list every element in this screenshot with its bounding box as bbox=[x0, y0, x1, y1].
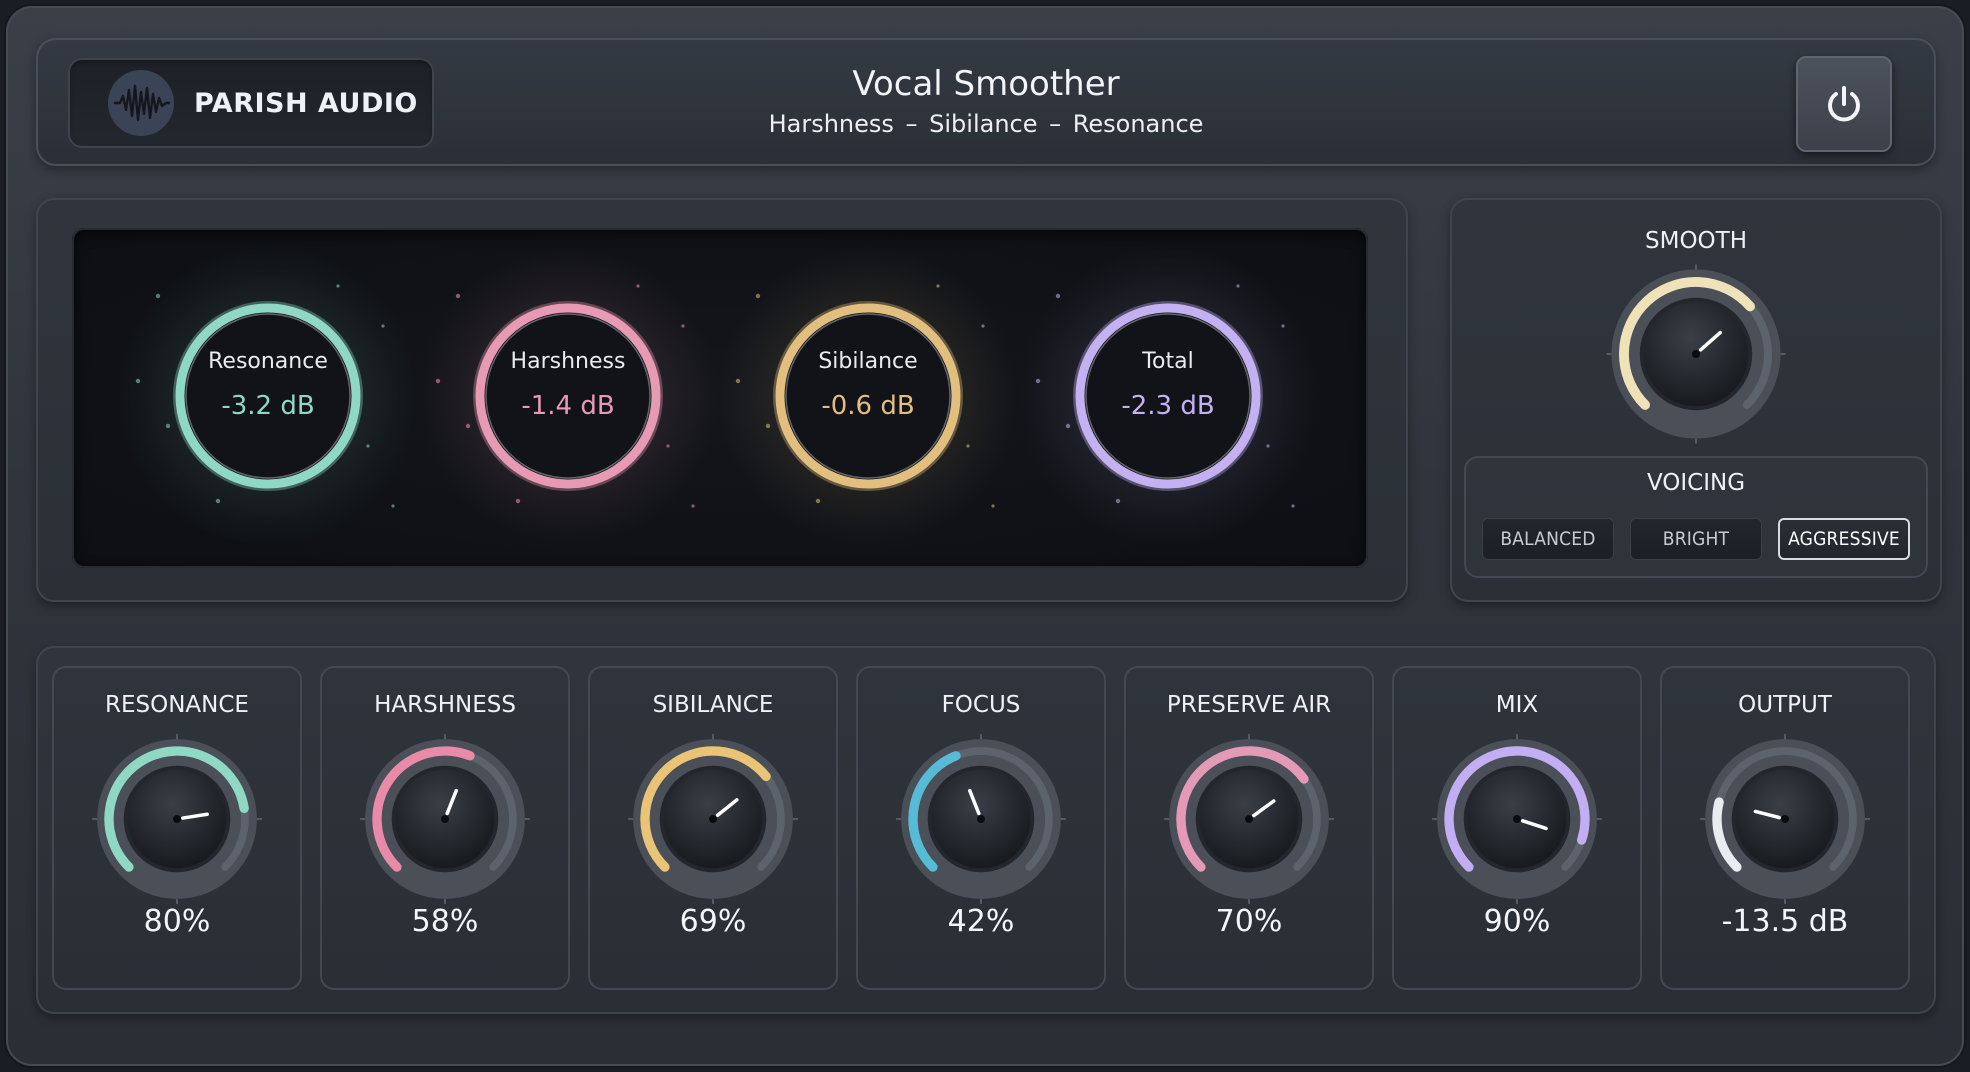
meter-sibilance-particle bbox=[815, 498, 821, 504]
meter-harshness-particle bbox=[465, 423, 471, 429]
output-value: -13.5 dB bbox=[1721, 904, 1849, 939]
power-button[interactable] bbox=[1796, 56, 1892, 152]
output-knob[interactable] bbox=[1700, 734, 1870, 904]
smooth-panel: SMOOTH VOICING BALANCED BRIGHT AGGRESSIV… bbox=[1450, 198, 1942, 602]
meter-resonance-particle bbox=[165, 423, 171, 429]
meter-display: Resonance -3.2 dB Harshness -1.4 dB Sibilanc… bbox=[118, 246, 1318, 546]
plugin-title: Vocal Smoother bbox=[852, 64, 1120, 104]
preserve-air-knob-card: PRESERVE AIR 70% bbox=[1124, 666, 1374, 990]
harshness-knob-pivot bbox=[441, 815, 449, 823]
meter-total-particle bbox=[1055, 293, 1061, 299]
voicing-group: VOICING BALANCED BRIGHT AGGRESSIVE bbox=[1464, 456, 1928, 578]
meter-resonance-particle bbox=[391, 504, 395, 508]
meter-resonance-particle bbox=[381, 324, 385, 328]
meter-total-particle bbox=[1035, 378, 1041, 384]
meter-harshness-particle bbox=[691, 504, 695, 508]
meter-resonance-particle bbox=[155, 293, 161, 299]
meter-harshness-value: -1.4 dB bbox=[521, 391, 614, 421]
preserve-air-knob-pivot bbox=[1245, 815, 1253, 823]
meter-resonance-particle bbox=[336, 284, 340, 288]
waveform-logo-icon bbox=[108, 70, 174, 136]
harshness-value: 58% bbox=[411, 904, 479, 939]
title-block: Vocal Smoother Harshness – Sibilance – R… bbox=[736, 64, 1236, 138]
voicing-label: VOICING bbox=[1646, 470, 1746, 496]
resonance-knob-pivot bbox=[173, 815, 181, 823]
meter-sibilance-value: -0.6 dB bbox=[821, 391, 914, 421]
meter-resonance-label: Resonance bbox=[208, 349, 328, 374]
plugin-subtitle: Harshness – Sibilance – Resonance bbox=[768, 110, 1204, 138]
focus-label: FOCUS bbox=[941, 692, 1021, 718]
output-label: OUTPUT bbox=[1738, 692, 1832, 718]
meter-harshness-label: Harshness bbox=[511, 349, 626, 374]
power-icon bbox=[1828, 86, 1860, 122]
meter-resonance-particle bbox=[215, 498, 221, 504]
resonance-label: RESONANCE bbox=[105, 692, 249, 718]
voicing-bright-button[interactable]: BRIGHT bbox=[1630, 518, 1762, 560]
meter-sibilance-particle bbox=[765, 423, 771, 429]
preserve-air-value: 70% bbox=[1215, 904, 1283, 939]
output-knob-pivot bbox=[1781, 815, 1789, 823]
meter-resonance-particle bbox=[135, 378, 141, 384]
meter-sibilance-particle bbox=[755, 293, 761, 299]
meter-harshness-particle bbox=[515, 498, 521, 504]
meter-total-particle bbox=[1065, 423, 1071, 429]
focus-knob-card: FOCUS 42% bbox=[856, 666, 1106, 990]
resonance-knob-card: RESONANCE 80% bbox=[52, 666, 302, 990]
meter-sibilance-particle bbox=[936, 284, 940, 288]
mix-knob-card: MIX 90% bbox=[1392, 666, 1642, 990]
meter-screen: Resonance -3.2 dB Harshness -1.4 dB Sibilanc… bbox=[72, 228, 1368, 568]
meter-harshness-particle bbox=[455, 293, 461, 299]
meter-sibilance-particle bbox=[981, 324, 985, 328]
meter-panel: Resonance -3.2 dB Harshness -1.4 dB Sibilanc… bbox=[36, 198, 1408, 602]
meter-total-particle bbox=[1281, 324, 1285, 328]
meter-resonance-particle bbox=[366, 444, 370, 448]
mix-value: 90% bbox=[1483, 904, 1551, 939]
meter-total-particle bbox=[1236, 284, 1240, 288]
sibilance-value: 69% bbox=[679, 904, 747, 939]
meter-total-particle bbox=[1266, 444, 1270, 448]
smooth-knob[interactable] bbox=[1606, 264, 1786, 444]
meter-sibilance-label: Sibilance bbox=[818, 349, 917, 374]
harshness-knob[interactable] bbox=[360, 734, 530, 904]
sibilance-knob-card: SIBILANCE 69% bbox=[588, 666, 838, 990]
focus-value: 42% bbox=[947, 904, 1015, 939]
meter-total-particle bbox=[1291, 504, 1295, 508]
mix-label: MIX bbox=[1495, 692, 1539, 718]
smooth-label: SMOOTH bbox=[1645, 228, 1747, 254]
voicing-balanced-button[interactable]: BALANCED bbox=[1482, 518, 1614, 560]
meter-harshness-particle bbox=[681, 324, 685, 328]
sibilance-label: SIBILANCE bbox=[652, 692, 774, 718]
focus-knob-pivot bbox=[977, 815, 985, 823]
resonance-knob[interactable] bbox=[92, 734, 262, 904]
harshness-label: HARSHNESS bbox=[374, 692, 516, 718]
focus-knob[interactable] bbox=[896, 734, 1066, 904]
meter-harshness-particle bbox=[666, 444, 670, 448]
brand-badge: PARISH AUDIO bbox=[68, 58, 434, 148]
sibilance-knob[interactable] bbox=[628, 734, 798, 904]
resonance-value: 80% bbox=[143, 904, 211, 939]
preserve-air-knob[interactable] bbox=[1164, 734, 1334, 904]
meter-total-particle bbox=[1115, 498, 1121, 504]
sibilance-knob-pivot bbox=[709, 815, 717, 823]
smooth-knob-pivot bbox=[1692, 350, 1700, 358]
parameter-knob-row: RESONANCE 80% HARSHNESS 58% SIBILANCE 69… bbox=[36, 646, 1936, 1014]
harshness-knob-card: HARSHNESS 58% bbox=[320, 666, 570, 990]
meter-harshness-particle bbox=[435, 378, 441, 384]
meter-sibilance-particle bbox=[991, 504, 995, 508]
mix-knob-pivot bbox=[1513, 815, 1521, 823]
meter-sibilance-particle bbox=[735, 378, 741, 384]
meter-harshness-particle bbox=[636, 284, 640, 288]
header-bar: PARISH AUDIO Vocal Smoother Harshness – … bbox=[36, 38, 1936, 166]
plugin-window: PARISH AUDIO Vocal Smoother Harshness – … bbox=[6, 6, 1964, 1066]
meter-resonance-value: -3.2 dB bbox=[221, 391, 314, 421]
meter-total-value: -2.3 dB bbox=[1121, 391, 1214, 421]
mix-knob[interactable] bbox=[1432, 734, 1602, 904]
meter-total-label: Total bbox=[1141, 349, 1193, 374]
voicing-aggressive-button[interactable]: AGGRESSIVE bbox=[1778, 518, 1910, 560]
output-knob-card: OUTPUT -13.5 dB bbox=[1660, 666, 1910, 990]
brand-name: PARISH AUDIO bbox=[194, 87, 418, 119]
meter-sibilance-particle bbox=[966, 444, 970, 448]
preserve-air-label: PRESERVE AIR bbox=[1166, 692, 1332, 718]
